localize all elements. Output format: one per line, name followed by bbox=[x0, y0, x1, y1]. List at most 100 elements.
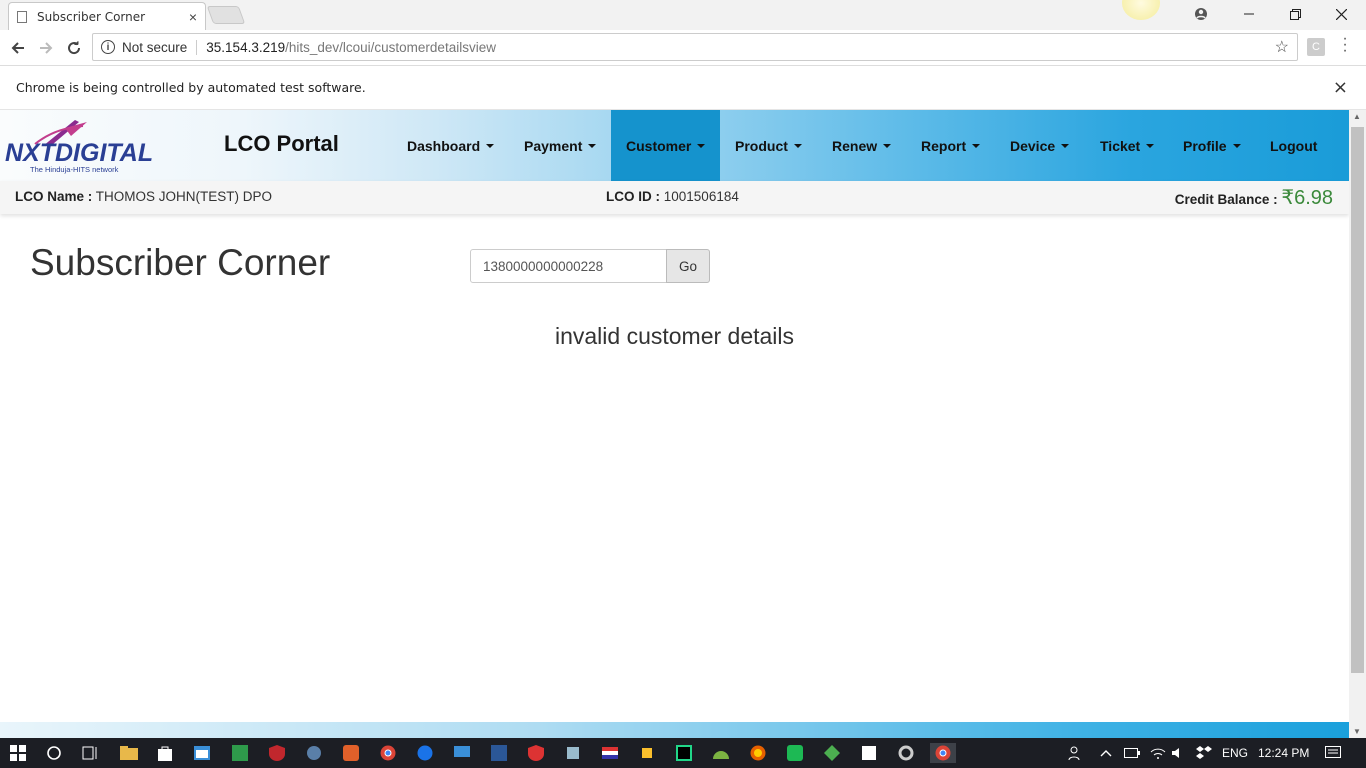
nav-profile[interactable]: Profile bbox=[1172, 110, 1252, 181]
app-network-icon[interactable] bbox=[563, 743, 583, 763]
app-flag-icon[interactable] bbox=[600, 743, 620, 763]
forward-icon[interactable] bbox=[34, 36, 58, 60]
nav-renew-label: Renew bbox=[832, 137, 878, 154]
page-scrollbar[interactable]: ▲ ▼ bbox=[1349, 110, 1366, 738]
tray-chevron-up-icon[interactable] bbox=[1100, 738, 1112, 768]
credit-balance-label: Credit Balance : bbox=[1174, 192, 1278, 207]
windows-taskbar: ENG 12:24 PM bbox=[0, 738, 1366, 768]
chrome-active-icon[interactable] bbox=[930, 743, 956, 763]
app-blue-icon[interactable] bbox=[489, 743, 509, 763]
lco-id-label: LCO ID : bbox=[606, 189, 660, 204]
top-navbar: NXTDIGITAL The Hinduja-HITS network LCO … bbox=[0, 110, 1349, 181]
svg-text:The Hinduja-HITS network: The Hinduja-HITS network bbox=[30, 165, 119, 174]
nav-product[interactable]: Product bbox=[724, 110, 813, 181]
nav-payment[interactable]: Payment bbox=[513, 110, 607, 181]
app-s-icon[interactable] bbox=[785, 743, 805, 763]
tab-title: Subscriber Corner bbox=[37, 9, 146, 24]
go-button[interactable]: Go bbox=[666, 249, 710, 283]
caret-down-icon bbox=[486, 143, 495, 148]
credit-balance-value: ₹6.98 bbox=[1281, 187, 1333, 209]
teamviewer-icon[interactable] bbox=[415, 743, 435, 763]
app-triangle-icon[interactable] bbox=[304, 743, 324, 763]
scroll-down-icon[interactable]: ▼ bbox=[1353, 727, 1361, 736]
caret-down-icon bbox=[588, 143, 597, 148]
reload-icon[interactable] bbox=[62, 36, 86, 60]
back-icon[interactable] bbox=[6, 36, 30, 60]
search-icon[interactable] bbox=[44, 743, 64, 763]
nav-customer-label: Customer bbox=[626, 137, 692, 154]
volume-icon[interactable] bbox=[1172, 738, 1188, 768]
chrome-menu-icon[interactable]: · · · bbox=[1340, 31, 1350, 59]
browser-toolbar: i Not secure 35.154.3.219/hits_dev/lcoui… bbox=[0, 30, 1366, 66]
windows-start-icon[interactable] bbox=[8, 743, 28, 763]
action-center-icon[interactable] bbox=[1325, 738, 1341, 768]
nav-renew[interactable]: Renew bbox=[821, 110, 902, 181]
lco-id: LCO ID : 1001506184 bbox=[606, 189, 739, 204]
scroll-up-icon[interactable]: ▲ bbox=[1353, 112, 1361, 121]
store-icon[interactable] bbox=[155, 743, 175, 763]
minimize-icon[interactable] bbox=[1226, 0, 1272, 28]
url-host: 35.154.3.219 bbox=[206, 39, 286, 55]
browser-tab[interactable]: Subscriber Corner × bbox=[8, 2, 206, 30]
lco-name: LCO Name : THOMOS JOHN(TEST) DPO bbox=[15, 189, 272, 204]
nav-report-label: Report bbox=[921, 137, 967, 154]
nav-profile-label: Profile bbox=[1183, 137, 1227, 154]
battery-icon[interactable] bbox=[1124, 738, 1140, 768]
infobar-text: Chrome is being controlled by automated … bbox=[16, 80, 366, 95]
firefox-icon[interactable] bbox=[748, 743, 768, 763]
nxtdigital-logo[interactable]: NXTDIGITAL The Hinduja-HITS network bbox=[5, 118, 160, 176]
page-title: Subscriber Corner bbox=[30, 242, 331, 283]
new-tab-button[interactable] bbox=[206, 6, 246, 24]
nav-device-label: Device bbox=[1010, 137, 1056, 154]
profile-icon[interactable] bbox=[1178, 0, 1224, 28]
nav-logout[interactable]: Logout bbox=[1259, 110, 1328, 181]
caret-down-icon bbox=[697, 143, 706, 148]
tab-close-icon[interactable]: × bbox=[189, 9, 197, 25]
nav-ticket[interactable]: Ticket bbox=[1089, 110, 1165, 181]
app-shield-icon[interactable] bbox=[526, 743, 546, 763]
app-diamond-icon[interactable] bbox=[822, 743, 842, 763]
app-orange-icon[interactable] bbox=[341, 743, 361, 763]
app-window-icon[interactable] bbox=[192, 743, 212, 763]
remote-desktop-icon[interactable] bbox=[452, 743, 472, 763]
settings-icon[interactable] bbox=[896, 743, 916, 763]
nav-report[interactable]: Report bbox=[910, 110, 991, 181]
app-green-icon[interactable] bbox=[230, 743, 250, 763]
not-secure-label: Not secure bbox=[122, 39, 198, 55]
nav-customer[interactable]: Customer bbox=[611, 110, 720, 181]
portal-title[interactable]: LCO Portal bbox=[224, 131, 339, 157]
page-icon bbox=[17, 10, 27, 23]
android-studio-icon[interactable] bbox=[711, 743, 731, 763]
caret-down-icon bbox=[1146, 143, 1155, 148]
scroll-thumb[interactable] bbox=[1351, 127, 1364, 673]
pycharm-icon[interactable] bbox=[674, 743, 694, 763]
people-icon[interactable] bbox=[1068, 738, 1084, 768]
language-indicator[interactable]: ENG bbox=[1222, 738, 1248, 768]
clock[interactable]: 12:24 PM bbox=[1258, 738, 1309, 768]
nav-dashboard[interactable]: Dashboard bbox=[396, 110, 505, 181]
result-message: invalid customer details bbox=[554, 323, 795, 349]
decorative-blob bbox=[1122, 0, 1160, 20]
file-explorer-icon[interactable] bbox=[119, 743, 139, 763]
chrome-icon[interactable] bbox=[378, 743, 398, 763]
info-icon[interactable]: i bbox=[101, 40, 115, 54]
infobar-close-icon[interactable]: × bbox=[1333, 77, 1348, 98]
extension-icon[interactable]: C bbox=[1307, 38, 1325, 56]
close-window-icon[interactable] bbox=[1318, 0, 1364, 28]
nav-device[interactable]: Device bbox=[999, 110, 1080, 181]
sticky-notes-icon[interactable] bbox=[859, 743, 879, 763]
subscriber-search-input[interactable] bbox=[470, 249, 667, 283]
dropbox-icon[interactable] bbox=[1196, 738, 1212, 768]
bookmark-star-icon[interactable]: ☆ bbox=[1275, 37, 1289, 57]
wifi-icon[interactable] bbox=[1150, 738, 1166, 768]
lco-info-strip: LCO Name : THOMOS JOHN(TEST) DPO LCO ID … bbox=[0, 181, 1349, 214]
task-view-icon[interactable] bbox=[80, 743, 100, 763]
mcafee-icon[interactable] bbox=[267, 743, 287, 763]
address-bar[interactable]: i Not secure 35.154.3.219/hits_dev/lcoui… bbox=[92, 33, 1298, 61]
app-pen-icon[interactable] bbox=[637, 743, 657, 763]
restore-icon[interactable] bbox=[1272, 0, 1318, 28]
nav-product-label: Product bbox=[735, 137, 788, 154]
url-path: /hits_dev/lcoui/customerdetailsview bbox=[285, 39, 496, 55]
caret-down-icon bbox=[1232, 143, 1241, 148]
lco-id-value: 1001506184 bbox=[663, 189, 739, 204]
